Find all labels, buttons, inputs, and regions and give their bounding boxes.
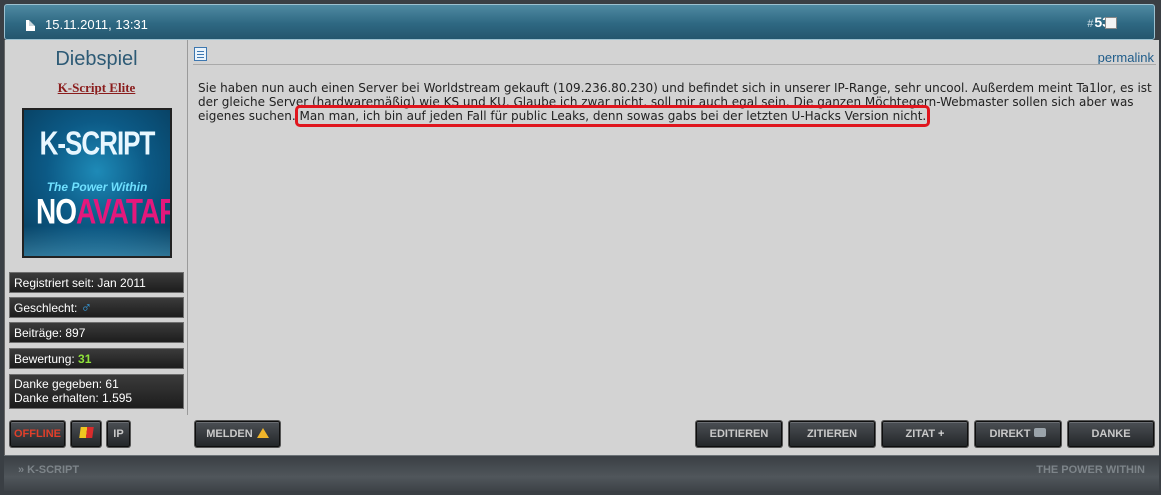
plus-icon: + (938, 428, 945, 440)
stat-rating-label: Bewertung: (14, 352, 75, 366)
stat-rating: Bewertung: 31 (9, 348, 184, 369)
permalink-link[interactable]: permalink (1098, 50, 1154, 65)
stat-thanks-given: Danke gegeben: 61 (14, 377, 119, 391)
zitat-label: ZITAT (905, 428, 936, 440)
chat-bubble-icon (1034, 428, 1047, 437)
post-header: 15.11.2011, 13:31 #53 (4, 4, 1155, 40)
footer-slogan: THE POWER WITHIN (1036, 464, 1145, 476)
user-title: K-Script Elite (57, 80, 136, 95)
avatar-no: NO (36, 192, 77, 231)
content-divider (193, 64, 1156, 65)
flag-button[interactable] (71, 421, 101, 447)
melden-label: MELDEN (206, 428, 253, 440)
direkt-label: DIREKT (989, 428, 1031, 440)
avatar-word: AVATAR (76, 192, 172, 231)
editieren-button[interactable]: EDITIEREN (696, 421, 782, 447)
username[interactable]: Diebspiel (5, 48, 188, 71)
stat-rating-value: 31 (78, 352, 92, 366)
male-icon: ♂ (80, 299, 92, 316)
offline-status-button[interactable]: OFFLINE (10, 421, 65, 447)
post-icon (194, 47, 207, 61)
highlighted-text: Man man, ich bin auf jeden Fall für publ… (295, 105, 931, 127)
stat-gender: Geschlecht: ♂ (9, 297, 184, 318)
stat-registered: Registriert seit: Jan 2011 (9, 272, 184, 293)
avatar-brand-text: K-SCRIPT (39, 123, 156, 163)
post-button-row: OFFLINE IP MELDEN EDITIEREN ZITIEREN ZIT… (5, 416, 1160, 455)
footer-brand[interactable]: » K-SCRIPT (18, 464, 79, 476)
warning-icon (256, 428, 269, 438)
post-footer: » K-SCRIPT THE POWER WITHIN (4, 455, 1159, 491)
stat-posts-text: Beiträge: 897 (14, 326, 86, 340)
zitat-plus-button[interactable]: ZITAT + (882, 421, 968, 447)
select-checkbox[interactable] (1105, 17, 1117, 29)
post-hash: # (1087, 18, 1094, 30)
zitieren-button[interactable]: ZITIEREN (789, 421, 875, 447)
melden-button[interactable]: MELDEN (195, 421, 280, 447)
user-sidebar: Diebspiel K-Script Elite K-SCRIPT The Po… (5, 40, 188, 415)
stat-gender-label: Geschlecht: (14, 301, 78, 315)
avatar-glow (24, 226, 170, 256)
flag-icon (78, 427, 94, 438)
ip-button[interactable]: IP (107, 421, 130, 447)
post-body: Diebspiel K-Script Elite K-SCRIPT The Po… (4, 40, 1159, 455)
stat-thanks: Danke gegeben: 61 Danke erhalten: 1.595 (9, 374, 184, 409)
document-icon (26, 20, 35, 31)
avatar[interactable]: K-SCRIPT The Power Within NOAVATAR (22, 108, 172, 258)
post-date: 15.11.2011, 13:31 (45, 17, 148, 32)
danke-button[interactable]: DANKE (1068, 421, 1154, 447)
direkt-button[interactable]: DIREKT (975, 421, 1061, 447)
stat-registered-text: Registriert seit: Jan 2011 (14, 276, 146, 290)
stat-thanks-received: Danke erhalten: 1.595 (14, 391, 133, 405)
stat-posts: Beiträge: 897 (9, 322, 184, 343)
post-frame: 15.11.2011, 13:31 #53 Diebspiel K-Script… (0, 0, 1161, 495)
post-content: permalink Sie haben nun auch einen Serve… (189, 40, 1160, 415)
post-message: Sie haben nun auch einen Server bei Worl… (198, 81, 1153, 127)
